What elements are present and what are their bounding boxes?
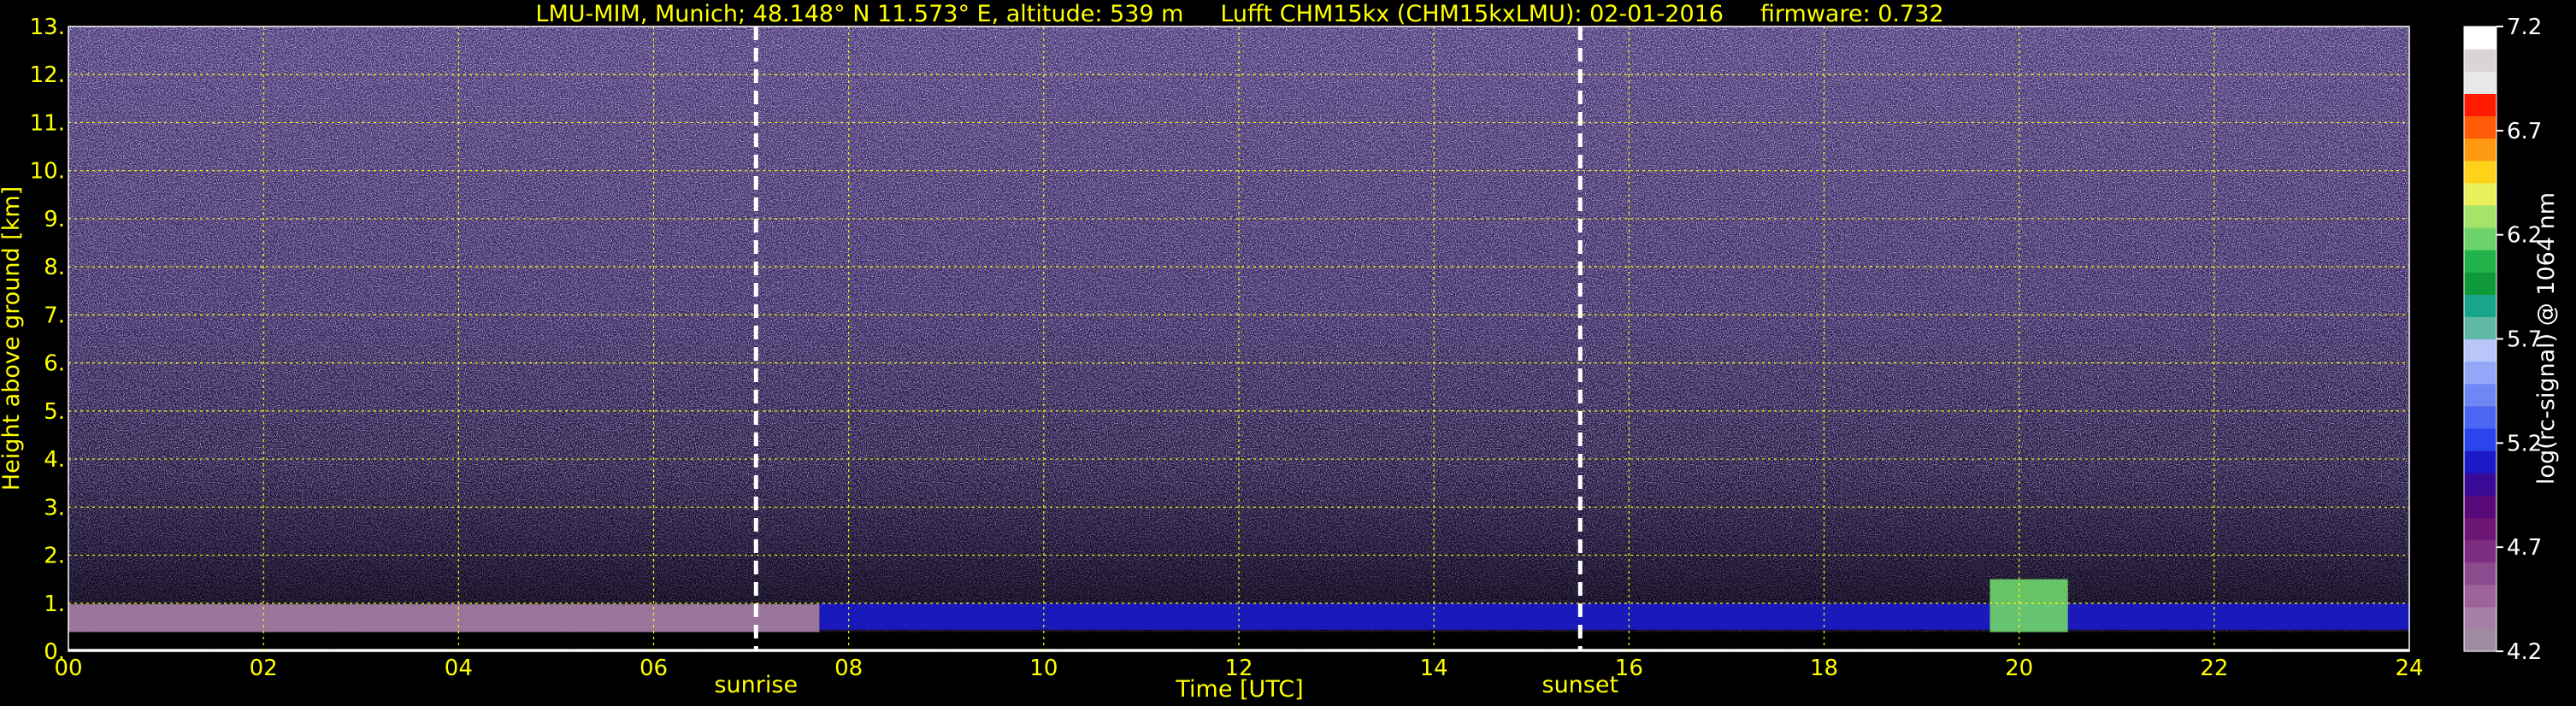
sunrise-label: sunrise — [714, 672, 798, 698]
x-tick-label: 24 — [2395, 656, 2423, 681]
x-tick-label: 14 — [1420, 656, 1448, 681]
y-tick-label: 3. — [44, 495, 65, 521]
y-tick-label: 13. — [30, 15, 65, 40]
colorbar-segment — [2464, 115, 2496, 139]
y-tick-label: 0. — [44, 639, 65, 665]
y-tick-label: 4. — [44, 447, 65, 473]
colorbar-segment — [2464, 473, 2496, 496]
colorbar-segment — [2464, 628, 2496, 652]
colorbar-segment — [2464, 26, 2496, 50]
y-tick-label: 8. — [44, 255, 65, 280]
colorbar-label: log(rc-signal) @ 1064 nm — [2533, 192, 2560, 485]
x-tick-label: 16 — [1615, 656, 1643, 681]
colorbar-segment — [2464, 495, 2496, 518]
x-tick-label: 22 — [2200, 656, 2228, 681]
colorbar-segment — [2464, 272, 2496, 295]
colorbar-segment — [2464, 71, 2496, 94]
colorbar-segment — [2464, 227, 2496, 250]
colorbar-segment — [2464, 562, 2496, 585]
sunset-label: sunset — [1542, 672, 1619, 698]
colorbar-segment — [2464, 182, 2496, 206]
colorbar-segment — [2464, 250, 2496, 273]
colorbar-segment — [2464, 405, 2496, 429]
y-tick-label: 7. — [44, 303, 65, 328]
y-tick-label: 2. — [44, 544, 65, 569]
y-tick-label: 5. — [44, 399, 65, 425]
colorbar-segment — [2464, 539, 2496, 563]
y-tick-label: 10. — [30, 159, 65, 185]
x-tick-label: 02 — [250, 656, 278, 681]
colorbar-tick-label: 7.2 — [2507, 15, 2542, 40]
colorbar-segment — [2464, 606, 2496, 630]
colorbar-segment — [2464, 316, 2496, 340]
y-tick-label: 9. — [44, 207, 65, 232]
x-tick-label: 10 — [1029, 656, 1058, 681]
y-tick-label: 1. — [44, 591, 65, 617]
colorbar-segment — [2464, 49, 2496, 72]
colorbar-segment — [2464, 361, 2496, 385]
colorbar-segment — [2464, 517, 2496, 541]
data-layer-0 — [68, 603, 820, 632]
colorbar-segment — [2464, 93, 2496, 117]
ceilometer-chart: LMU-MIM, Munich; 48.148° N 11.573° E, al… — [0, 1, 2560, 703]
y-axis-label: Height above ground [km] — [0, 186, 25, 491]
x-axis-label: Time [UTC] — [1175, 676, 1303, 703]
y-tick-label: 12. — [30, 62, 65, 88]
colorbar — [2463, 26, 2497, 652]
colorbar-segment — [2464, 138, 2496, 162]
colorbar-segment — [2464, 427, 2496, 451]
data-layer-1 — [819, 603, 2409, 630]
y-tick-label: 11. — [30, 110, 65, 136]
colorbar-segment — [2464, 383, 2496, 407]
colorbar-tick-label: 6.7 — [2507, 119, 2542, 144]
colorbar-tick-label: 4.2 — [2507, 639, 2542, 665]
colorbar-segment — [2464, 584, 2496, 608]
colorbar-segment — [2464, 338, 2496, 362]
chart-title: LMU-MIM, Munich; 48.148° N 11.573° E, al… — [535, 1, 1943, 27]
colorbar-segment — [2464, 294, 2496, 317]
colorbar-segment — [2464, 204, 2496, 228]
x-tick-label: 08 — [834, 656, 863, 681]
x-tick-label: 04 — [445, 656, 473, 681]
colorbar-tick-label: 4.7 — [2507, 535, 2542, 561]
colorbar-segment — [2464, 160, 2496, 184]
x-tick-label: 06 — [640, 656, 668, 681]
x-tick-label: 20 — [2005, 656, 2033, 681]
near-ground-gap — [68, 632, 2409, 650]
colorbar-segment — [2464, 450, 2496, 474]
x-tick-label: 18 — [1810, 656, 1838, 681]
y-tick-label: 6. — [44, 351, 65, 377]
